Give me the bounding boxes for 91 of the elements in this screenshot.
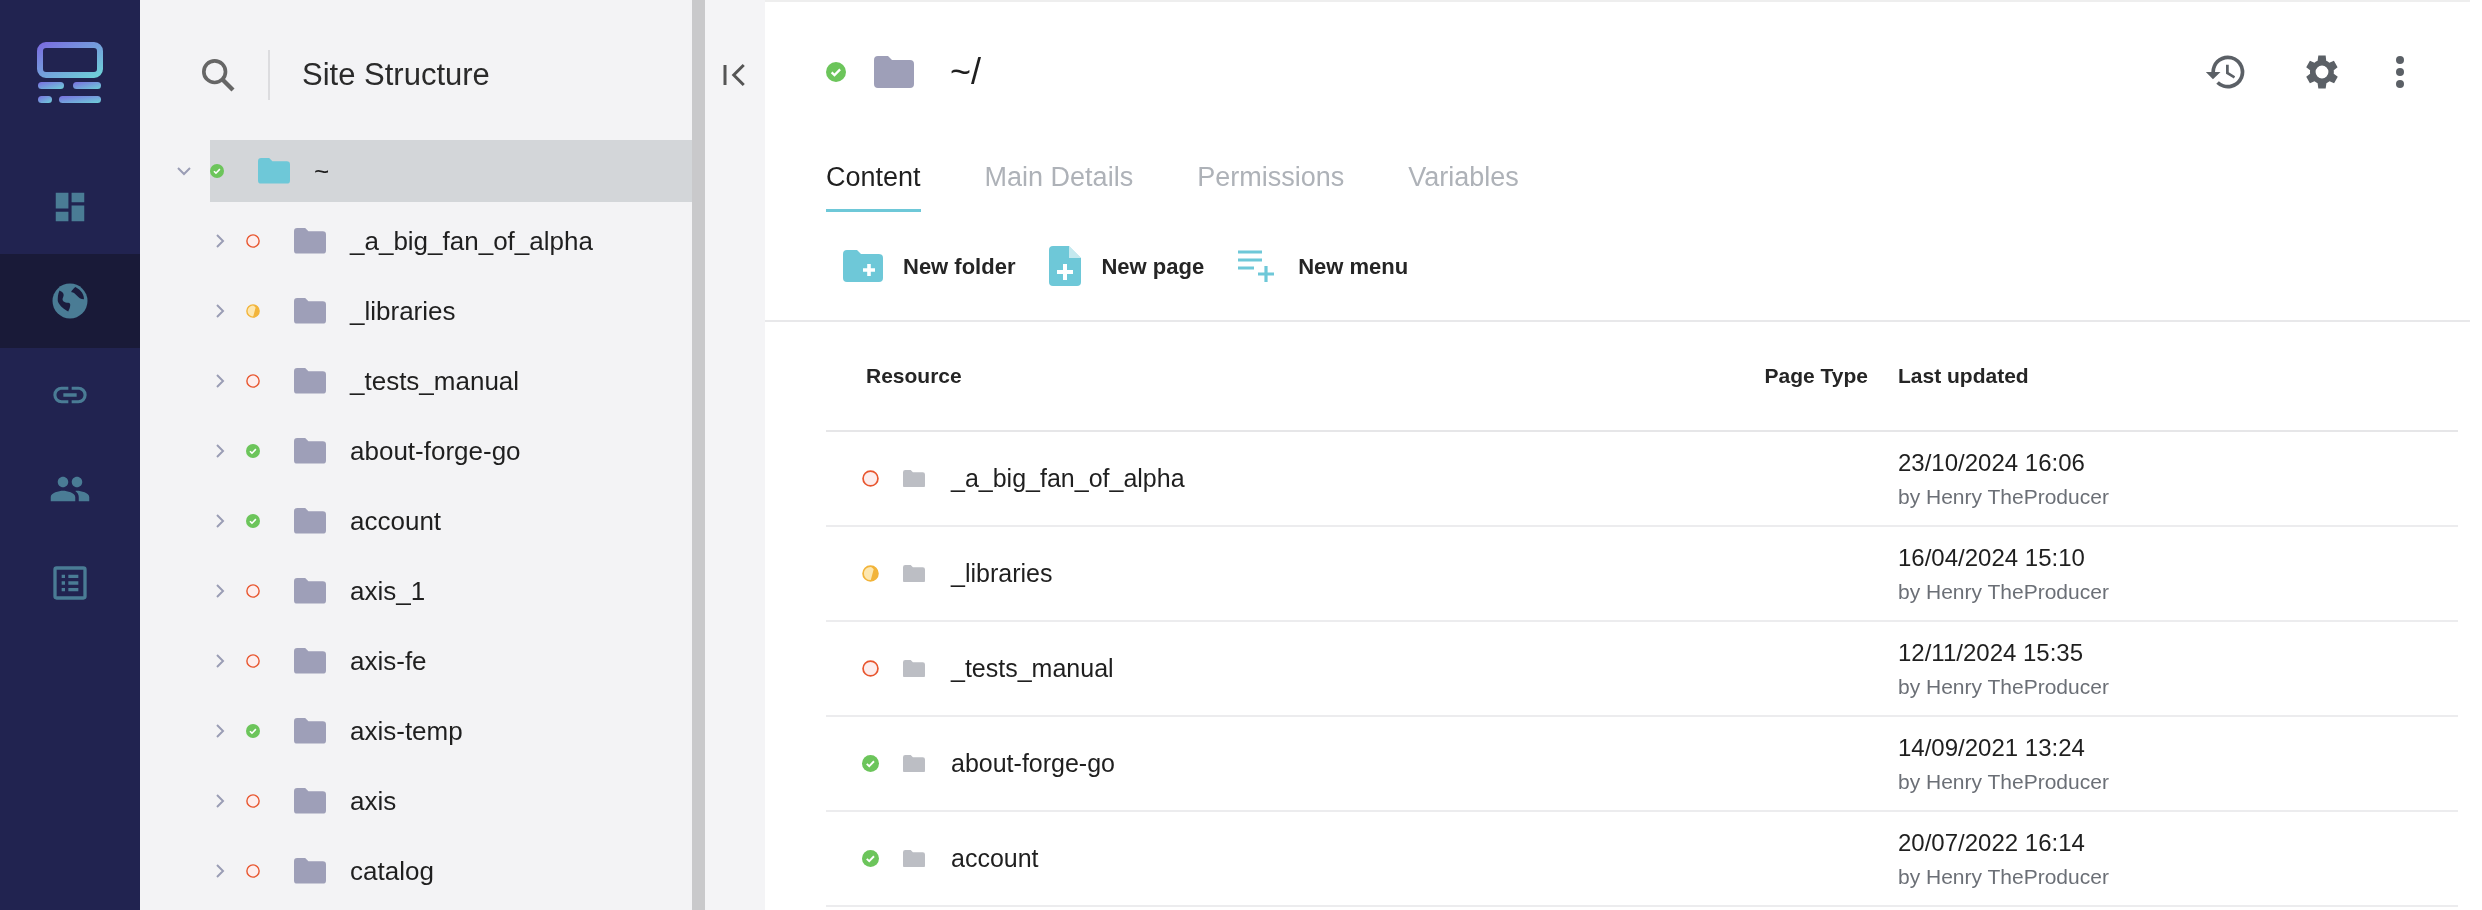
tree-item[interactable]: about-forge-go: [210, 420, 692, 482]
folder-icon: [903, 849, 925, 868]
table-row[interactable]: _libraries 16/04/2024 15:10 by Henry TheProducer: [826, 527, 2458, 622]
published-status-icon: [246, 444, 260, 458]
path-title: ~/: [950, 50, 982, 94]
resource-name: _a_big_fan_of_alpha: [951, 462, 1185, 494]
tree-item[interactable]: axis: [210, 770, 692, 832]
page-plus-icon: [1049, 246, 1082, 286]
updated-by: by Henry TheProducer: [1898, 863, 2110, 890]
tree-item-label: ~: [314, 154, 330, 188]
folder-icon: [903, 469, 925, 488]
tree-item-label: _tests_manual: [350, 364, 520, 398]
toolbar-button[interactable]: New folder: [843, 249, 1016, 283]
resource-name: _tests_manual: [951, 652, 1114, 684]
updated-date: 23/10/2024 16:06: [1898, 447, 2086, 478]
unpublished-status-icon: [246, 234, 260, 248]
folder-icon: [294, 508, 326, 534]
scrollbar[interactable]: [692, 0, 705, 910]
updated-date: 14/09/2021 13:24: [1898, 732, 2086, 763]
folder-icon: [903, 659, 925, 678]
folder-icon: [294, 228, 326, 254]
published-status-icon: [862, 850, 879, 867]
column-header: Last updated: [1898, 363, 2030, 390]
unpublished-status-icon: [862, 470, 879, 487]
unpublished-status-icon: [246, 584, 260, 598]
updated-by: by Henry TheProducer: [1898, 483, 2110, 510]
sidebar-title: Site Structure: [302, 55, 490, 94]
table-row[interactable]: _a_big_fan_of_alpha 23/10/2024 16:06 by Henry TheProducer: [826, 432, 2458, 527]
folder-icon: [294, 718, 326, 744]
more-options-button[interactable]: [2394, 54, 2406, 90]
unpublished-status-icon: [246, 864, 260, 878]
tree-item[interactable]: _tests_manual: [210, 350, 692, 412]
toolbar-button[interactable]: New menu: [1238, 249, 1409, 283]
folder-icon: [294, 368, 326, 394]
tree-item[interactable]: account: [210, 490, 692, 552]
folder-icon: [294, 298, 326, 324]
unpublished-status-icon: [246, 374, 260, 388]
tree-item[interactable]: _libraries: [210, 280, 692, 342]
resource-name: about-forge-go: [951, 747, 1115, 779]
updated-date: 20/07/2022 16:14: [1898, 827, 2086, 858]
tree-item[interactable]: axis-fe: [210, 630, 692, 692]
published-status-icon: [246, 514, 260, 528]
unpublished-status-icon: [246, 654, 260, 668]
resource-name: _libraries: [951, 557, 1053, 589]
partial-status-icon: [862, 565, 879, 582]
tree-item-label: _a_big_fan_of_alpha: [350, 224, 593, 258]
column-header: Resource: [865, 363, 963, 390]
toolbar-button[interactable]: New page: [1049, 246, 1205, 286]
folder-icon: [294, 858, 326, 884]
tree-item-label: axis: [350, 784, 397, 818]
tree-item-label: account: [350, 504, 442, 538]
nav-rail-item[interactable]: [0, 254, 140, 348]
tree-item-label: axis_1: [350, 574, 426, 608]
resource-name: account: [951, 842, 1039, 874]
folder-icon: [294, 438, 326, 464]
table-row[interactable]: account 20/07/2022 16:14 by Henry TheProducer: [826, 812, 2458, 907]
published-status-icon: [862, 755, 879, 772]
tree-item-label: axis-fe: [350, 644, 427, 678]
published-status-icon: [246, 724, 260, 738]
tree-item[interactable]: axis-temp: [210, 700, 692, 762]
unpublished-status-icon: [246, 794, 260, 808]
tree-item[interactable]: axis_1: [210, 560, 692, 622]
table-row[interactable]: _tests_manual 12/11/2024 15:35 by Henry TheProducer: [826, 622, 2458, 717]
partial-status-icon: [246, 304, 260, 318]
unpublished-status-icon: [862, 660, 879, 677]
updated-by: by Henry TheProducer: [1898, 578, 2110, 605]
tree-item[interactable]: _a_big_fan_of_alpha: [210, 210, 692, 272]
published-status-icon: [826, 62, 846, 82]
updated-by: by Henry TheProducer: [1898, 673, 2110, 700]
folder-icon: [258, 158, 290, 184]
tree-item-label: catalog: [350, 854, 434, 888]
tree-item[interactable]: catalog: [210, 840, 692, 902]
folder-plus-icon: [843, 250, 883, 282]
tree-item-label: axis-temp: [350, 714, 463, 748]
tab[interactable]: Content: [826, 156, 921, 212]
folder-icon: [294, 578, 326, 604]
folder-icon: [294, 788, 326, 814]
tree-item-label: about-forge-go: [350, 434, 521, 468]
updated-date: 12/11/2024 15:35: [1898, 637, 2085, 668]
folder-icon: [903, 754, 925, 773]
folder-icon: [903, 564, 925, 583]
updated-date: 16/04/2024 15:10: [1898, 542, 2086, 573]
published-status-icon: [210, 164, 224, 178]
table-row[interactable]: about-forge-go 14/09/2021 13:24 by Henry TheProducer: [826, 717, 2458, 812]
updated-by: by Henry TheProducer: [1898, 768, 2110, 795]
folder-icon: [874, 56, 914, 88]
column-header: Page Type: [1763, 363, 1869, 390]
more-vertical-icon: [2394, 54, 2406, 90]
folder-icon: [294, 648, 326, 674]
list-icon: [50, 563, 90, 603]
tree-item-label: _libraries: [350, 294, 456, 328]
